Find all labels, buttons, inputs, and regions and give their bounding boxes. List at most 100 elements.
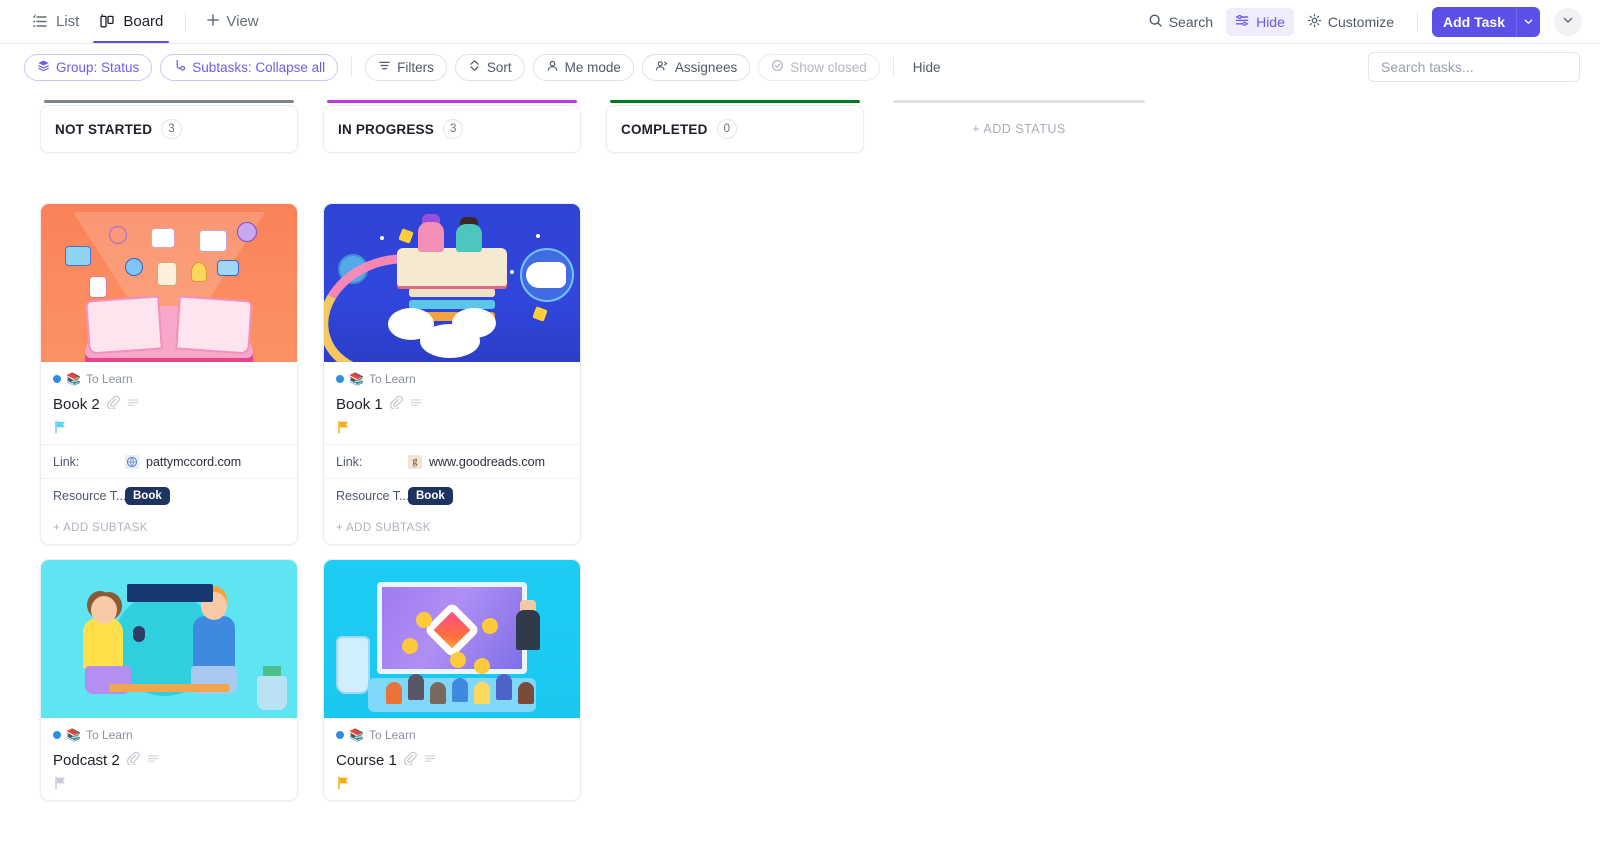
filter-icon: [378, 59, 391, 75]
search-tasks-input[interactable]: Search tasks...: [1368, 52, 1580, 82]
card-resource-type-label: Resource T...: [336, 488, 410, 503]
unicorn: [526, 262, 566, 288]
add-status-column: + ADD STATUS: [889, 100, 1149, 153]
table: [109, 684, 229, 692]
card-title[interactable]: Podcast 2: [53, 752, 120, 769]
toolbar-divider: [185, 12, 187, 31]
card-link-field[interactable]: Link: pattymccord.com: [41, 444, 297, 478]
card-priority-row[interactable]: [336, 414, 568, 444]
card-status-label: To Learn: [85, 728, 133, 742]
description-icon[interactable]: [409, 395, 423, 414]
card-resource-type-field[interactable]: Resource T... Book: [324, 478, 580, 512]
list-icon: [32, 13, 49, 30]
hide-fields-button[interactable]: Hide: [1226, 7, 1294, 36]
flag-icon: [337, 776, 350, 795]
task-card[interactable]: 📚 To Learn Podcast 2: [40, 559, 298, 801]
search-button[interactable]: Search: [1139, 8, 1222, 36]
card-status-label: To Learn: [368, 728, 416, 742]
card-link-value-wrap[interactable]: g www.goodreads.com: [408, 454, 546, 469]
more-options-button[interactable]: [1554, 7, 1582, 36]
subtasks-chip[interactable]: Subtasks: Collapse all: [160, 53, 339, 81]
card-link-field[interactable]: Link: g www.goodreads.com: [324, 444, 580, 478]
view-bar: List Board View Search Hide Customize Ad…: [0, 0, 1600, 44]
tab-board[interactable]: Board: [89, 0, 173, 43]
view-bar-actions: Search Hide Customize Add Task: [1139, 6, 1582, 37]
assignees-chip[interactable]: Assignees: [641, 53, 751, 81]
card-title[interactable]: Book 2: [53, 396, 100, 413]
me-mode-chip[interactable]: Me mode: [532, 53, 634, 81]
board-icon: [99, 13, 116, 30]
hide-button[interactable]: Hide: [907, 60, 947, 75]
column-color-bar: [327, 100, 577, 103]
book-page-left: [85, 295, 163, 355]
search-icon: [1148, 13, 1163, 31]
customize-button[interactable]: Customize: [1298, 8, 1403, 36]
view-tabs: List Board View: [22, 0, 267, 43]
flag-icon: [54, 776, 67, 795]
add-view-button[interactable]: View: [198, 13, 266, 31]
card-priority-row[interactable]: [53, 414, 285, 444]
status-dot: [53, 731, 61, 739]
card-resource-type-field[interactable]: Resource T... Book: [41, 478, 297, 512]
column-header[interactable]: NOT STARTED 3: [40, 105, 298, 153]
attendee-7: [518, 682, 534, 704]
icon-spiral: [109, 226, 127, 244]
attachment-icon[interactable]: [389, 395, 403, 414]
add-status-button[interactable]: + ADD STATUS: [889, 105, 1149, 153]
card-link-value: pattymccord.com: [146, 454, 242, 469]
add-task-caret[interactable]: [1516, 6, 1540, 37]
board-area: NOT STARTED 3 📚 To Learn Book 2 Link: pa…: [0, 90, 1600, 801]
card-priority-row[interactable]: [336, 770, 568, 800]
sparkle-2: [536, 234, 540, 238]
card-priority-row[interactable]: [53, 770, 285, 800]
card-link-value-wrap[interactable]: pattymccord.com: [125, 454, 242, 469]
card-status-row[interactable]: 📚 To Learn: [53, 372, 285, 386]
board-column-completed: COMPLETED 0: [606, 100, 864, 203]
sort-chip[interactable]: Sort: [454, 53, 525, 81]
column-header[interactable]: IN PROGRESS 3: [323, 105, 581, 153]
actions-divider: [1417, 11, 1419, 32]
column-header[interactable]: COMPLETED 0: [606, 105, 864, 153]
kid-left: [418, 222, 444, 252]
tab-list[interactable]: List: [22, 0, 89, 43]
column-count: 3: [161, 119, 182, 139]
add-subtask-button[interactable]: + ADD SUBTASK: [324, 512, 580, 544]
attachment-icon[interactable]: [403, 751, 417, 770]
card-status-row[interactable]: 📚 To Learn: [336, 372, 568, 386]
task-card[interactable]: 📚 To Learn Course 1: [323, 559, 581, 801]
card-status-row[interactable]: 📚 To Learn: [336, 728, 568, 742]
description-icon[interactable]: [126, 395, 140, 414]
card-status-row[interactable]: 📚 To Learn: [53, 728, 285, 742]
status-dot: [53, 375, 61, 383]
status-badge: Book: [125, 486, 170, 505]
card-status-label: To Learn: [85, 372, 133, 386]
group-status-chip[interactable]: Group: Status: [24, 53, 153, 81]
add-task-button[interactable]: Add Task: [1432, 6, 1540, 37]
subtask-icon: [173, 59, 186, 75]
add-subtask-button[interactable]: + ADD SUBTASK: [41, 512, 297, 544]
task-card[interactable]: 📚 To Learn Book 2 Link: pattymccord.com …: [40, 203, 298, 545]
description-icon[interactable]: [423, 751, 437, 770]
flag-icon: [54, 420, 67, 439]
filters-chip[interactable]: Filters: [365, 53, 447, 81]
status-badge: Book: [408, 486, 453, 505]
icon-megaphone: [217, 260, 239, 276]
show-closed-chip[interactable]: Show closed: [758, 53, 880, 81]
card-title[interactable]: Course 1: [336, 752, 397, 769]
card-link-label: Link:: [53, 454, 80, 469]
description-icon[interactable]: [146, 751, 160, 770]
sparkle-3: [510, 270, 514, 274]
person-left: [83, 618, 123, 670]
column-color-bar-placeholder: [893, 100, 1145, 103]
emoji-4: [482, 618, 498, 634]
attachment-icon[interactable]: [106, 395, 120, 414]
card-link-value: www.goodreads.com: [429, 454, 546, 469]
task-card[interactable]: 📚 To Learn Book 1 Link: g www.goodreads.…: [323, 203, 581, 545]
person-icon: [546, 59, 559, 75]
card-body: 📚 To Learn Book 1: [324, 362, 580, 444]
card-status-label: To Learn: [368, 372, 416, 386]
card-title[interactable]: Book 1: [336, 396, 383, 413]
sparkle-1: [380, 236, 384, 240]
filter-bar: Group: Status Subtasks: Collapse all Fil…: [0, 44, 1600, 90]
attachment-icon[interactable]: [126, 751, 140, 770]
